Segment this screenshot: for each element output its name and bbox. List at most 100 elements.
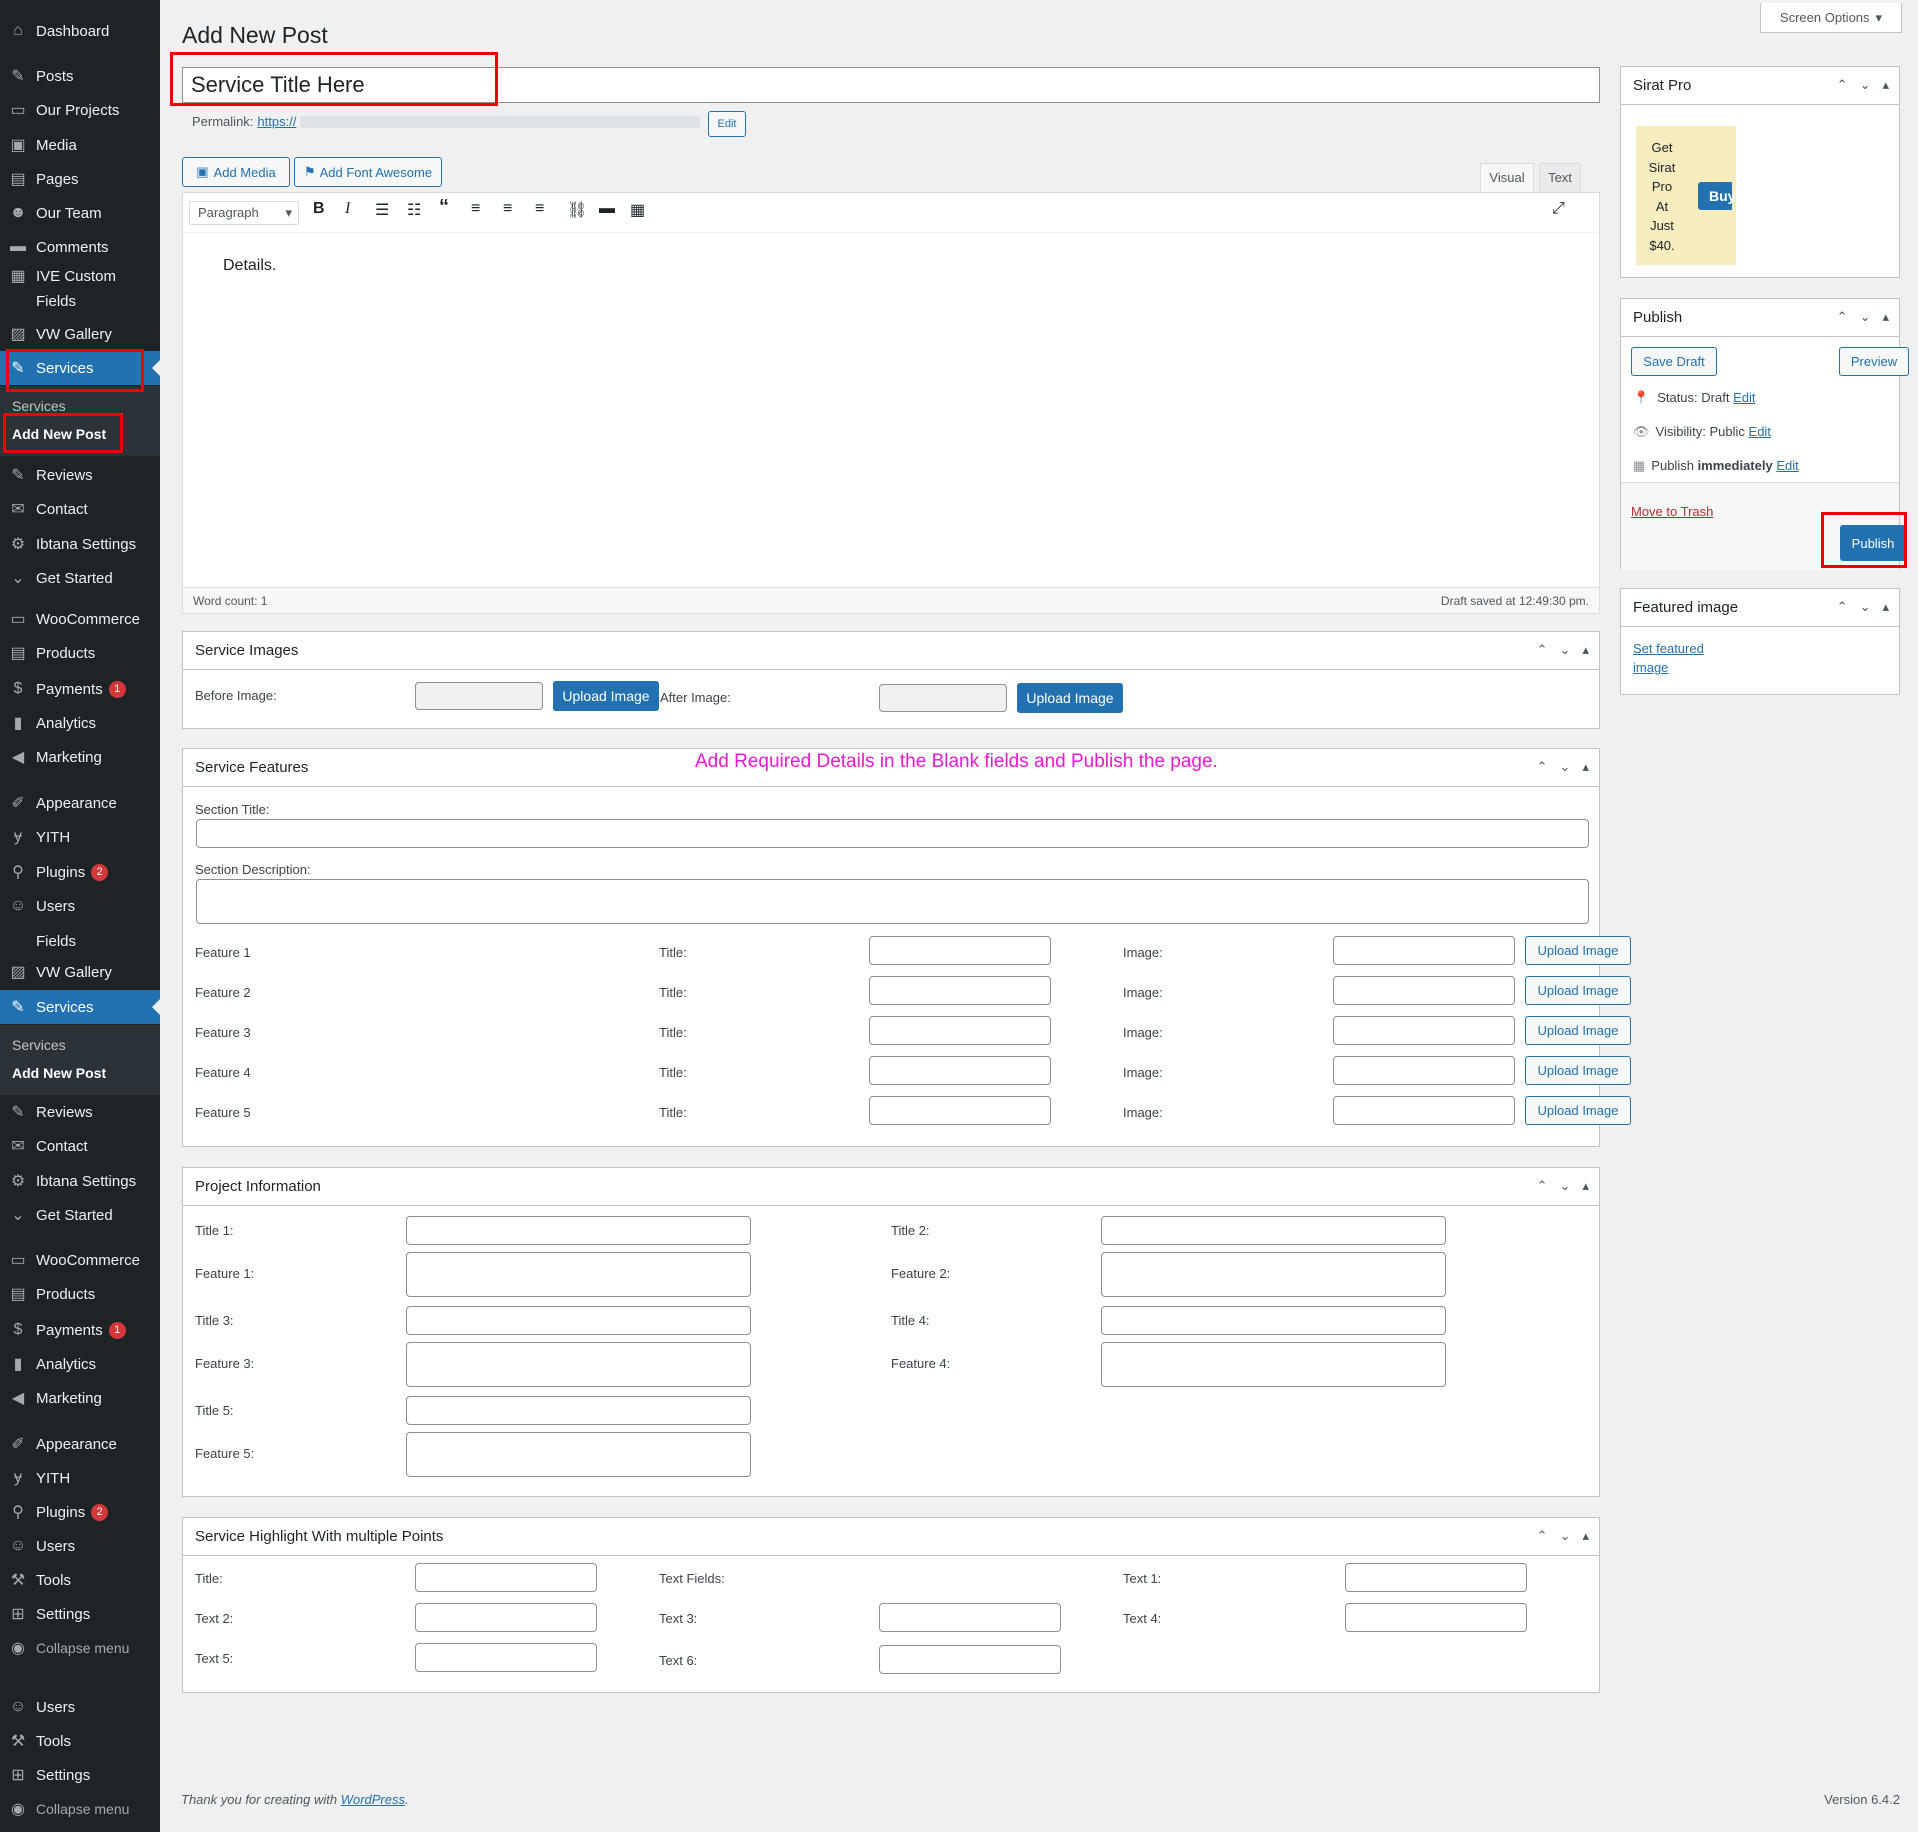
project-title-input[interactable] xyxy=(1101,1216,1446,1245)
menu-mid-item[interactable]: ☺ Users xyxy=(0,889,160,923)
feature-upload-button[interactable]: Upload Image xyxy=(1525,1016,1631,1045)
menu-posts[interactable]: ✎ Posts xyxy=(0,59,160,93)
blockquote-icon[interactable]: “ xyxy=(439,196,449,219)
wordpress-link[interactable]: WordPress xyxy=(341,1792,405,1807)
project-feature-textarea[interactable] xyxy=(406,1252,751,1297)
align-center-icon[interactable]: ≡ xyxy=(503,200,512,218)
buy-button[interactable]: Buy xyxy=(1698,182,1735,210)
set-featured-image-link[interactable]: Set featured image xyxy=(1633,639,1704,677)
tab-text[interactable]: Text xyxy=(1539,163,1581,192)
chevron-up-icon[interactable]: ⌃ xyxy=(1537,1178,1548,1194)
chevron-down-icon[interactable]: ⌄ xyxy=(1860,77,1871,93)
menu-low-item[interactable]: ⌄ Get Started xyxy=(0,1198,160,1232)
menu-pages[interactable]: ▤ Pages xyxy=(0,162,160,196)
menu-low-item[interactable]: ☺ Users xyxy=(0,1529,160,1563)
menu-low-item[interactable]: ⚙ Ibtana Settings xyxy=(0,1164,160,1198)
menu-mid-item[interactable]: ◀ Marketing xyxy=(0,740,160,774)
feature-upload-button[interactable]: Upload Image xyxy=(1525,936,1631,965)
submenu-services[interactable]: Services xyxy=(12,398,66,414)
fullscreen-icon[interactable]: ⤢ xyxy=(1552,200,1565,218)
menu-low-item[interactable]: ◉ Collapse menu xyxy=(0,1792,160,1826)
chevron-up-icon[interactable]: ⌃ xyxy=(1837,77,1848,93)
menu-media[interactable]: ▣ Media xyxy=(0,128,160,162)
bold-icon[interactable]: B xyxy=(313,200,325,218)
menu-low-item[interactable]: ◉ Collapse menu xyxy=(0,1631,160,1665)
project-feature-textarea[interactable] xyxy=(406,1342,751,1387)
menu-low-item[interactable]: ⚒ Tools xyxy=(0,1563,160,1597)
toggle-icon[interactable]: ▴ xyxy=(1882,599,1889,615)
feature-upload-button[interactable]: Upload Image xyxy=(1525,1096,1631,1125)
menu-dashboard[interactable]: ⌂ Dashboard xyxy=(0,14,160,48)
feature-upload-button[interactable]: Upload Image xyxy=(1525,1056,1631,1085)
menu-low-item[interactable]: ▤ Products xyxy=(0,1277,160,1311)
align-right-icon[interactable]: ≡ xyxy=(535,200,544,218)
align-left-icon[interactable]: ≡ xyxy=(471,200,480,218)
menu-low-item[interactable]: ⚒ Tools xyxy=(0,1724,160,1758)
move-to-trash-link[interactable]: Move to Trash xyxy=(1631,504,1713,519)
save-draft-button[interactable]: Save Draft xyxy=(1631,347,1717,376)
numbered-list-icon[interactable]: ☷ xyxy=(407,200,421,220)
link-icon[interactable]: ⛓ xyxy=(567,200,587,220)
menu-mid-item[interactable]: ✉ Contact xyxy=(0,492,160,526)
feature-title-input[interactable] xyxy=(869,936,1051,965)
submenu-add-new-post[interactable]: Add New Post xyxy=(12,426,106,442)
menu-mid-item[interactable]: ▮ Analytics xyxy=(0,706,160,740)
toggle-icon[interactable]: ▴ xyxy=(1582,759,1589,775)
schedule-edit-link[interactable]: Edit xyxy=(1776,458,1798,473)
editor-content[interactable]: Details. xyxy=(223,257,276,275)
menu-mid-item[interactable]: ⚙ Ibtana Settings xyxy=(0,527,160,561)
chevron-up-icon[interactable]: ⌃ xyxy=(1837,599,1848,615)
highlight-input[interactable] xyxy=(879,1603,1061,1632)
permalink-link[interactable]: https:// xyxy=(257,114,296,129)
chevron-up-icon[interactable]: ⌃ xyxy=(1837,309,1848,325)
menu-comments[interactable]: ▬ Comments xyxy=(0,230,160,264)
feature-title-input[interactable] xyxy=(869,1016,1051,1045)
feature-upload-button[interactable]: Upload Image xyxy=(1525,976,1631,1005)
feature-title-input[interactable] xyxy=(869,976,1051,1005)
menu-low-item[interactable]: ◀ Marketing xyxy=(0,1381,160,1415)
highlight-input[interactable] xyxy=(879,1645,1061,1674)
add-media-button[interactable]: ▣ Add Media xyxy=(182,157,290,187)
project-title-input[interactable] xyxy=(406,1306,751,1335)
before-image-input[interactable] xyxy=(415,682,543,710)
toggle-icon[interactable]: ▴ xyxy=(1882,309,1889,325)
project-feature-textarea[interactable] xyxy=(1101,1252,1446,1297)
project-title-input[interactable] xyxy=(1101,1306,1446,1335)
menu-low-item[interactable]: ▮ Analytics xyxy=(0,1347,160,1381)
feature-image-input[interactable] xyxy=(1333,1096,1515,1125)
highlight-input[interactable] xyxy=(1345,1603,1527,1632)
menu-mid-item[interactable]: ⌄ Get Started xyxy=(0,561,160,595)
menu-low-item[interactable]: ✉ Contact xyxy=(0,1129,160,1163)
section-title-input[interactable] xyxy=(196,819,1589,848)
publish-button[interactable]: Publish xyxy=(1840,525,1906,561)
preview-button[interactable]: Preview xyxy=(1839,347,1909,376)
menu-low-item[interactable]: ⊞ Settings xyxy=(0,1597,160,1631)
chevron-up-icon[interactable]: ⌃ xyxy=(1537,1528,1548,1544)
status-edit-link[interactable]: Edit xyxy=(1733,390,1755,405)
bullet-list-icon[interactable]: ☰ xyxy=(375,200,389,220)
toggle-icon[interactable]: ▴ xyxy=(1582,1528,1589,1544)
feature-image-input[interactable] xyxy=(1333,976,1515,1005)
menu-mid-item[interactable]: $ Payments 1 xyxy=(0,672,160,706)
menu-low-item[interactable]: ✎ Reviews xyxy=(0,1095,160,1129)
screen-options-button[interactable]: Screen Options ▾ xyxy=(1760,3,1902,33)
menu-mid-item[interactable]: ✐ Appearance xyxy=(0,786,160,820)
menu-mid-item[interactable]: ✎ Services xyxy=(0,990,160,1024)
feature-title-input[interactable] xyxy=(869,1056,1051,1085)
menu-low-item[interactable]: ⚲ Plugins 2 xyxy=(0,1495,160,1529)
italic-icon[interactable]: I xyxy=(345,200,350,218)
toggle-icon[interactable]: ▴ xyxy=(1582,1178,1589,1194)
feature-image-input[interactable] xyxy=(1333,1016,1515,1045)
chevron-down-icon[interactable]: ⌄ xyxy=(1560,1178,1571,1194)
chevron-down-icon[interactable]: ⌄ xyxy=(1560,759,1571,775)
highlight-input[interactable] xyxy=(415,1643,597,1672)
chevron-down-icon[interactable]: ⌄ xyxy=(1860,599,1871,615)
menu-mid-item[interactable]: ▨ VW Gallery xyxy=(0,955,160,989)
submenu-add-new-post[interactable]: Add New Post xyxy=(12,1065,106,1081)
menu-services[interactable]: ✎ Services xyxy=(0,351,160,385)
menu-low-item[interactable]: $ Payments 1 xyxy=(0,1313,160,1347)
chevron-up-icon[interactable]: ⌃ xyxy=(1537,759,1548,775)
menu-mid-item[interactable]: Fields xyxy=(0,924,160,958)
upload-before-image-button[interactable]: Upload Image xyxy=(553,681,659,711)
menu-low-item[interactable]: ✐ Appearance xyxy=(0,1427,160,1461)
